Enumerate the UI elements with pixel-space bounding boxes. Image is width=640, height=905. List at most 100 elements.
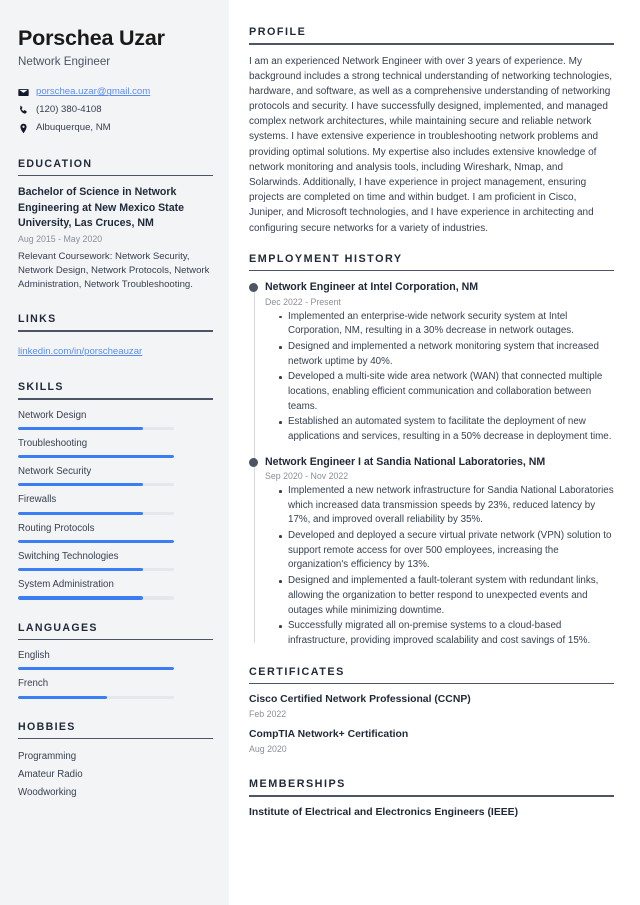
phone-icon	[18, 105, 29, 116]
employment-bullet: Designed and implemented a fault-toleran…	[279, 574, 614, 618]
skill-bar-fill	[18, 454, 174, 459]
language-bar-track	[18, 695, 174, 699]
certificates-section: CERTIFICATES Cisco Certified Network Pro…	[249, 665, 614, 754]
membership-name: Institute of Electrical and Electronics …	[249, 806, 519, 818]
skill-label: Network Security	[18, 466, 92, 478]
skills-section: SKILLS Network Design Troubleshooting Netw…	[18, 381, 213, 600]
memberships-list: Institute of Electrical and Electronics …	[249, 806, 614, 820]
certificates-list: Cisco Certified Network Professional (CC…	[249, 693, 614, 754]
skill-label: System Administration	[18, 579, 114, 591]
skills-divider	[18, 398, 213, 400]
hobbies-list: Programming Amateur Radio Woodworking	[18, 748, 213, 802]
resume-page: Porschea Uzar Network Engineer porschea.…	[0, 0, 640, 905]
education-degree: Bachelor of Science in Network Engineeri…	[18, 186, 185, 230]
languages-section: LANGUAGES English French	[18, 622, 213, 699]
languages-list: English French	[18, 649, 213, 699]
skill-item: Network Design	[18, 409, 213, 430]
certificate-entry: Cisco Certified Network Professional (CC…	[249, 693, 614, 719]
skill-bar-track	[18, 539, 174, 544]
education-date: Aug 2015 - May 2020	[18, 234, 103, 245]
profile-divider	[249, 43, 614, 45]
certificate-entry: CompTIA Network+ Certification Aug 2020	[249, 728, 614, 754]
skill-label: Firewalls	[18, 494, 57, 506]
links-heading: LINKS	[18, 313, 57, 326]
main-content: PROFILE I am an experienced Network Engi…	[229, 0, 640, 905]
contact-row-email: porschea.uzar@gmail.com	[18, 86, 213, 100]
hobby-item: Programming	[18, 751, 77, 763]
language-label: English	[18, 650, 50, 662]
skill-bar-track	[18, 426, 174, 430]
employment-entry: Network Engineer I at Sandia National La…	[249, 455, 614, 649]
location-text: Albuquerque, NM	[36, 122, 111, 134]
skill-bar-fill	[18, 426, 143, 430]
timeline-dot-icon	[249, 283, 258, 293]
employment-bullet: Established an automated system to facil…	[279, 415, 614, 444]
skill-label: Routing Protocols	[18, 522, 95, 534]
employment-heading: EMPLOYMENT HISTORY	[249, 252, 403, 265]
education-description: Relevant Coursework: Network Security, N…	[18, 250, 210, 290]
certificate-date: Aug 2020	[249, 744, 287, 755]
skill-bar-fill	[18, 511, 143, 515]
employment-entry: Network Engineer at Intel Corporation, N…	[249, 280, 614, 444]
hobby-item: Amateur Radio	[18, 769, 83, 781]
envelope-icon	[18, 87, 29, 98]
employment-date: Sep 2020 - Nov 2022	[265, 471, 349, 482]
timeline-dot-icon	[249, 457, 258, 467]
hobby-item: Woodworking	[18, 787, 77, 799]
certificate-name: CompTIA Network+ Certification	[249, 729, 409, 741]
employment-bullet: Designed and implemented a network monit…	[279, 340, 614, 369]
languages-divider	[18, 638, 213, 641]
skill-bar-track	[18, 568, 174, 572]
employment-date: Dec 2022 - Present	[265, 296, 341, 307]
links-divider	[18, 330, 213, 333]
memberships-section: MEMBERSHIPS Institute of Electrical and …	[249, 778, 614, 820]
certificates-heading: CERTIFICATES	[249, 665, 345, 678]
employment-bullet: Developed a multi-site wide area network…	[279, 370, 614, 414]
education-heading: EDUCATION	[18, 157, 93, 170]
education-divider	[18, 174, 213, 177]
sidebar: Porschea Uzar Network Engineer porschea.…	[0, 0, 229, 905]
education-section: EDUCATION Bachelor of Science in Network…	[18, 158, 213, 292]
contact-list: porschea.uzar@gmail.com (120) 380-4108 A…	[18, 86, 213, 136]
skill-bar-fill	[18, 596, 143, 600]
employment-section: EMPLOYMENT HISTORY Network Engineer at I…	[249, 253, 614, 649]
memberships-divider	[249, 795, 614, 797]
skill-label: Troubleshooting	[18, 437, 88, 449]
certificate-name: Cisco Certified Network Professional (CC…	[249, 694, 471, 706]
contact-row-location: Albuquerque, NM	[18, 122, 213, 136]
skill-bar-fill	[18, 568, 143, 572]
hobbies-heading: HOBBIES	[18, 720, 76, 733]
skill-bar-track	[18, 596, 174, 600]
skill-item: Network Security	[18, 465, 213, 487]
contact-row-phone: (120) 380-4108	[18, 104, 213, 118]
skill-item: Switching Technologies	[18, 550, 213, 572]
skills-heading: SKILLS	[18, 381, 64, 394]
skill-item: Firewalls	[18, 493, 213, 515]
employment-bullet: Implemented a new network infrastructure…	[279, 484, 614, 528]
employment-title: Network Engineer I at Sandia National La…	[265, 455, 546, 468]
skills-list: Network Design Troubleshooting Network Sec…	[18, 409, 213, 600]
skill-item: Routing Protocols	[18, 522, 213, 544]
skill-item: System Administration	[18, 578, 213, 600]
employment-title: Network Engineer at Intel Corporation, N…	[265, 281, 479, 294]
profile-section: PROFILE I am an experienced Network Engi…	[249, 26, 614, 236]
languages-heading: LANGUAGES	[18, 621, 98, 634]
hobbies-divider	[18, 737, 213, 740]
memberships-heading: MEMBERSHIPS	[249, 778, 346, 791]
skill-bar-track	[18, 483, 174, 487]
skill-label: Network Design	[18, 409, 87, 421]
links-section: LINKS linkedin.com/in/porscheauzar	[18, 313, 213, 359]
skill-bar-fill	[18, 539, 174, 544]
skill-bar-fill	[18, 483, 143, 487]
profile-text: I am an experienced Network Engineer wit…	[249, 55, 613, 234]
language-bar-fill	[18, 667, 174, 671]
email-link[interactable]: porschea.uzar@gmail.com	[36, 86, 150, 98]
candidate-job-title: Network Engineer	[18, 54, 111, 68]
certificates-divider	[249, 682, 614, 685]
link-item-linkedin[interactable]: linkedin.com/in/porscheauzar	[18, 346, 142, 357]
language-item: English	[18, 649, 213, 671]
skill-bar-track	[18, 511, 174, 515]
language-item: French	[18, 677, 213, 699]
skill-bar-track	[18, 454, 174, 459]
employment-timeline: Network Engineer at Intel Corporation, N…	[249, 280, 614, 648]
